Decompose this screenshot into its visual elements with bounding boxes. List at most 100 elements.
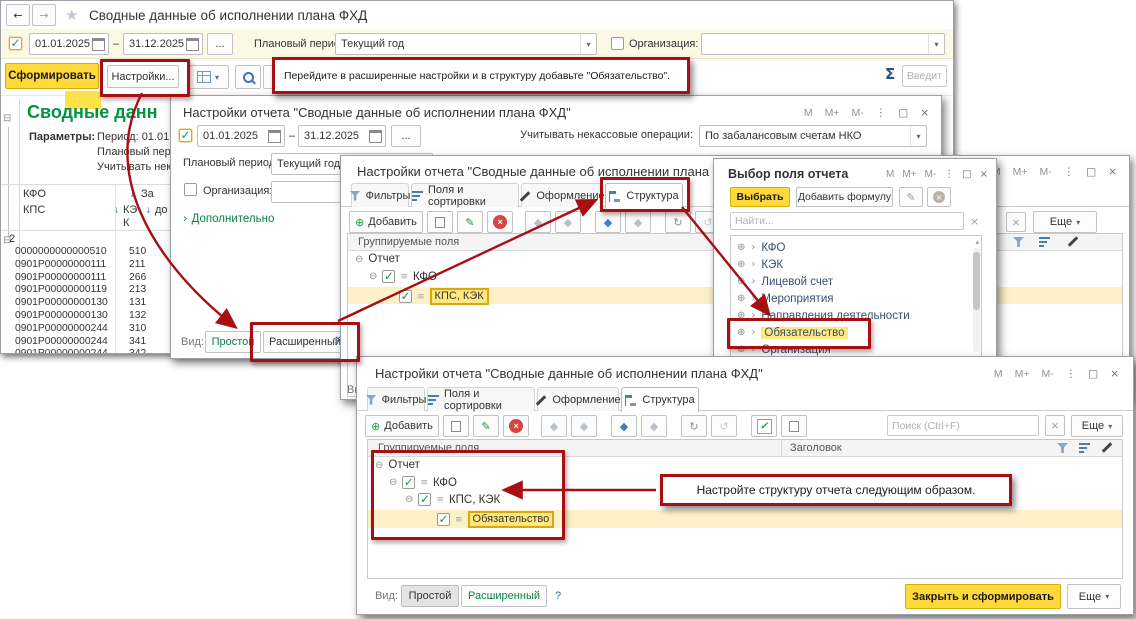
- m-button[interactable]: М: [886, 169, 894, 180]
- sort-icon[interactable]: ↓: [113, 206, 120, 215]
- checkbox-checked[interactable]: ✓: [418, 493, 431, 506]
- field-list-item[interactable]: ⊕ › КФО: [731, 239, 981, 256]
- close-and-generate-button[interactable]: Закрыть и сформировать: [905, 584, 1061, 609]
- more-button[interactable]: Еще▾: [1067, 584, 1121, 609]
- table-row[interactable]: 0901P00000000130 131: [15, 297, 146, 310]
- delete-button[interactable]: ×: [503, 415, 529, 437]
- group-button[interactable]: ↻: [665, 211, 691, 233]
- close-icon[interactable]: ×: [920, 107, 929, 119]
- chevron-down-icon[interactable]: ▾: [910, 126, 926, 146]
- field-list-item[interactable]: ⊕ › Направления деятельности: [731, 307, 981, 324]
- more-button[interactable]: Еще▾: [1033, 211, 1097, 233]
- tree-node-kfo[interactable]: ⊖ ✓ ≡ КФО: [369, 270, 437, 283]
- kebab-menu-icon[interactable]: ⋮: [1066, 368, 1077, 380]
- close-icon[interactable]: ×: [1110, 368, 1119, 380]
- additional-link[interactable]: ›Дополнительно: [183, 211, 274, 225]
- scroll-up-icon[interactable]: ▴: [975, 238, 979, 246]
- expand-icon[interactable]: ⊕: [737, 276, 745, 287]
- move-up-button[interactable]: ◆: [541, 415, 567, 437]
- collapse-icon[interactable]: ⊖: [375, 460, 383, 471]
- close-icon[interactable]: ×: [1108, 166, 1117, 178]
- tree-node-obligation[interactable]: ✓ ≡ Обязательство: [437, 511, 554, 528]
- m-button[interactable]: М: [994, 368, 1003, 380]
- chevron-right-icon[interactable]: ›: [751, 242, 755, 253]
- close-icon[interactable]: ×: [980, 169, 988, 180]
- report-variants-button[interactable]: ▾: [187, 65, 229, 89]
- table-row[interactable]: 0901P00000000111 266: [15, 272, 146, 285]
- table-row[interactable]: 0901P00000000244 341: [15, 336, 146, 349]
- sort-icon[interactable]: ↓: [129, 190, 136, 199]
- expand-icon[interactable]: ⊕: [737, 344, 745, 355]
- m-plus-button[interactable]: М+: [825, 107, 840, 119]
- m-minus-button[interactable]: М-: [924, 169, 936, 180]
- maximize-icon[interactable]: □: [1086, 166, 1096, 178]
- kebab-menu-icon[interactable]: ⋮: [1064, 166, 1075, 178]
- calendar-icon[interactable]: [186, 38, 199, 51]
- edit-button[interactable]: ✎: [899, 187, 923, 207]
- col-header-do[interactable]: до: [155, 204, 171, 216]
- view-simple-button[interactable]: Простой: [205, 331, 261, 353]
- more-button[interactable]: Еще▾: [1071, 415, 1123, 437]
- plan-period-select[interactable]: Текущий год▾: [335, 33, 597, 55]
- org-select[interactable]: ▾: [701, 33, 945, 55]
- period-checkbox[interactable]: ✓: [179, 129, 192, 142]
- add-button[interactable]: ⊕Добавить: [349, 211, 423, 233]
- move-right-button[interactable]: ◆: [625, 211, 651, 233]
- sort-column-icon[interactable]: [1079, 443, 1090, 453]
- quick-search-input[interactable]: [902, 65, 947, 87]
- settings-button[interactable]: Настройки...: [107, 65, 179, 88]
- tab-filters[interactable]: Фильтры: [351, 183, 409, 207]
- m-minus-button[interactable]: М-: [1042, 368, 1054, 380]
- copy-button[interactable]: [443, 415, 469, 437]
- table-row[interactable]: 0901P00000000111 211: [15, 259, 146, 272]
- move-down-button[interactable]: ◆: [571, 415, 597, 437]
- expand-icon[interactable]: ⊕: [737, 242, 745, 253]
- field-list-item[interactable]: ⊕ › КЭК: [731, 256, 981, 273]
- search-clear-button[interactable]: ×: [1045, 415, 1065, 436]
- col-header-za[interactable]: За: [141, 188, 169, 200]
- move-right-button[interactable]: ◆: [641, 415, 667, 437]
- collapse-icon[interactable]: ⊖: [355, 254, 363, 265]
- ungroup-button[interactable]: ↺: [711, 415, 737, 437]
- calendar-icon[interactable]: [369, 130, 382, 143]
- table-row[interactable]: 0000000000000510 510: [15, 246, 146, 259]
- add-formula-button[interactable]: Добавить формулу: [796, 187, 893, 207]
- checkbox-checked[interactable]: ✓: [402, 476, 415, 489]
- search-clear-button[interactable]: ×: [1006, 212, 1026, 232]
- org-checkbox[interactable]: [184, 183, 197, 196]
- col-header-kps[interactable]: КПС: [23, 204, 45, 216]
- generate-button[interactable]: Сформировать: [5, 63, 99, 89]
- maximize-icon[interactable]: □: [898, 107, 908, 119]
- sort-icon[interactable]: ↓: [145, 206, 152, 215]
- scrollbar-thumb[interactable]: [973, 252, 980, 310]
- select-button[interactable]: Выбрать: [730, 187, 790, 207]
- maximize-icon[interactable]: □: [962, 169, 971, 180]
- date-to-field[interactable]: 31.12.2025: [298, 125, 386, 147]
- help-link[interactable]: ?: [555, 590, 561, 602]
- sum-sigma-icon[interactable]: Σ: [885, 65, 895, 83]
- favorite-star-icon[interactable]: ★: [65, 6, 78, 24]
- delete-button[interactable]: ×: [487, 211, 513, 233]
- m-minus-button[interactable]: М-: [852, 107, 864, 119]
- table-row[interactable]: 0901P00000000244 342: [15, 348, 146, 354]
- field-list-item[interactable]: ⊕ › Обязательство: [731, 324, 981, 341]
- tree-node-report[interactable]: ⊖ Отчет: [375, 459, 420, 471]
- tab-structure[interactable]: Структура: [621, 387, 699, 412]
- chevron-right-icon[interactable]: ›: [751, 293, 755, 304]
- date-to-field[interactable]: 31.12.2025: [123, 33, 203, 55]
- tree-node-kps-kek[interactable]: ✓ ≡ КПС, КЭК: [399, 288, 489, 305]
- edit-button[interactable]: ✎: [457, 211, 483, 233]
- add-button[interactable]: ⊕Добавить: [365, 415, 439, 437]
- date-from-field[interactable]: 01.01.2025: [197, 125, 285, 147]
- check-all-button[interactable]: ✓: [751, 415, 777, 437]
- kebab-menu-icon[interactable]: ⋮: [944, 169, 954, 180]
- move-down-button[interactable]: ◆: [555, 211, 581, 233]
- chevron-down-icon[interactable]: ▾: [580, 34, 596, 54]
- table-row[interactable]: 0901P00000000119 213: [15, 284, 146, 297]
- chevron-right-icon[interactable]: ›: [751, 344, 755, 355]
- tree-node-kps-kek[interactable]: ⊖ ✓ ≡ КПС, КЭК: [405, 493, 500, 506]
- m-button[interactable]: М: [804, 107, 813, 119]
- m-plus-button[interactable]: М+: [1015, 368, 1030, 380]
- date-from-field[interactable]: 01.01.2025: [29, 33, 109, 55]
- expand-icon[interactable]: ⊕: [737, 327, 745, 338]
